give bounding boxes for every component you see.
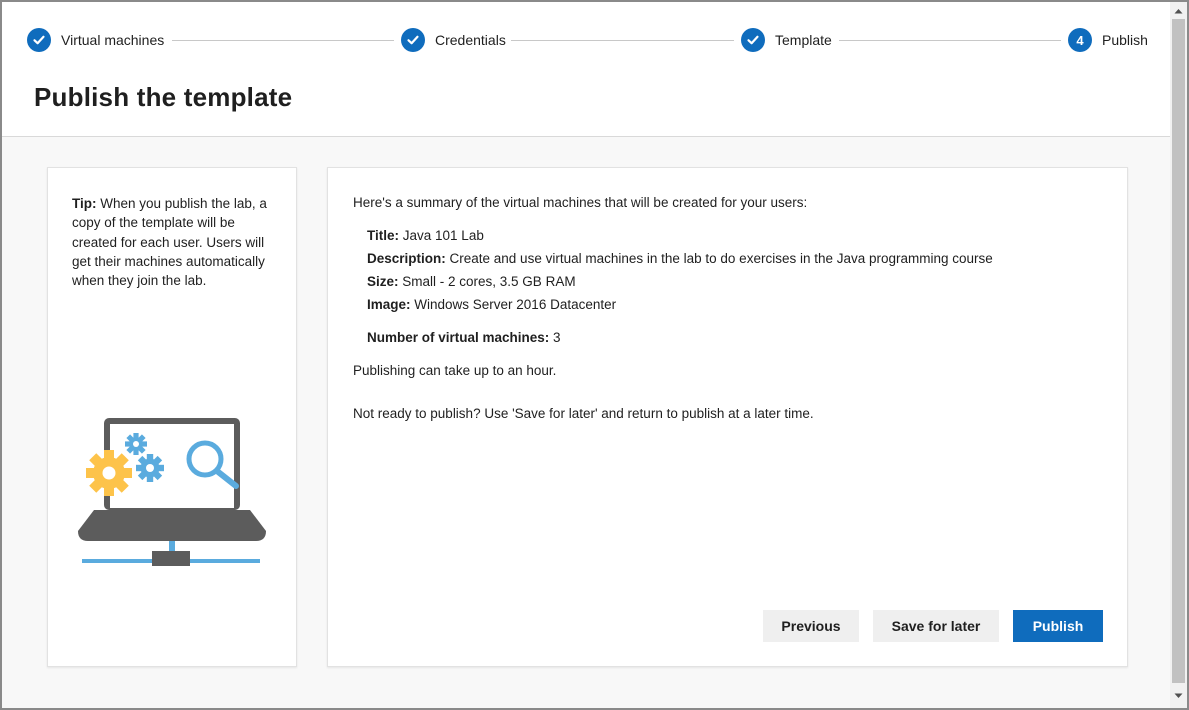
summary-count-row: Number of virtual machines: 3 <box>367 330 561 345</box>
checkmark-icon <box>27 28 51 52</box>
title-label: Title: <box>367 228 400 243</box>
description-label: Description: <box>367 251 446 266</box>
checkmark-icon <box>401 28 425 52</box>
publish-template-window: Virtual machines Credentials Template 4 … <box>0 0 1189 710</box>
summary-image-row: Image: Windows Server 2016 Datacenter <box>367 297 616 312</box>
summary-card: Here's a summary of the virtual machines… <box>327 167 1128 667</box>
summary-size-row: Size: Small - 2 cores, 3.5 GB RAM <box>367 274 576 289</box>
step-number-badge: 4 <box>1068 28 1092 52</box>
laptop-gears-search-illustration <box>78 418 266 566</box>
size-label: Size: <box>367 274 399 289</box>
step-label: Credentials <box>435 32 506 48</box>
step-publish[interactable]: 4 Publish <box>1068 28 1148 52</box>
publish-time-note: Publishing can take up to an hour. <box>353 363 557 378</box>
step-virtual-machines[interactable]: Virtual machines <box>27 28 164 52</box>
tip-body: When you publish the lab, a copy of the … <box>72 196 267 289</box>
size-value: Small - 2 cores, 3.5 GB RAM <box>398 274 576 289</box>
step-label: Template <box>775 32 832 48</box>
step-label: Publish <box>1102 32 1148 48</box>
description-value: Create and use virtual machines in the l… <box>445 251 993 266</box>
tip-card: Tip: When you publish the lab, a copy of… <box>47 167 297 667</box>
tip-prefix: Tip: <box>72 196 97 211</box>
step-label: Virtual machines <box>61 32 165 48</box>
title-value: Java 101 Lab <box>399 228 484 243</box>
chevron-up-icon[interactable] <box>1170 2 1187 19</box>
publish-button[interactable]: Publish <box>1013 610 1103 642</box>
step-credentials[interactable]: Credentials <box>401 28 506 52</box>
summary-title-row: Title: Java 101 Lab <box>367 228 484 243</box>
step-connector <box>172 40 394 41</box>
image-label: Image: <box>367 297 411 312</box>
tip-text: Tip: When you publish the lab, a copy of… <box>72 194 277 290</box>
chevron-down-icon[interactable] <box>1170 687 1187 704</box>
step-connector <box>511 40 734 41</box>
scrollbar-thumb[interactable] <box>1172 19 1185 683</box>
summary-intro: Here's a summary of the virtual machines… <box>353 195 808 210</box>
checkmark-icon <box>741 28 765 52</box>
step-template[interactable]: Template <box>741 28 832 52</box>
page-title: Publish the template <box>34 82 293 112</box>
wizard-stepper: Virtual machines Credentials Template 4 … <box>2 2 1170 80</box>
vm-count-label: Number of virtual machines: <box>367 330 550 345</box>
save-later-note: Not ready to publish? Use 'Save for late… <box>353 406 814 421</box>
vertical-scrollbar[interactable] <box>1170 2 1187 708</box>
vm-count-value: 3 <box>549 330 561 345</box>
summary-description-row: Description: Create and use virtual mach… <box>367 251 993 266</box>
step-connector <box>839 40 1061 41</box>
previous-button[interactable]: Previous <box>763 610 859 642</box>
image-value: Windows Server 2016 Datacenter <box>410 297 617 312</box>
save-for-later-button[interactable]: Save for later <box>873 610 999 642</box>
